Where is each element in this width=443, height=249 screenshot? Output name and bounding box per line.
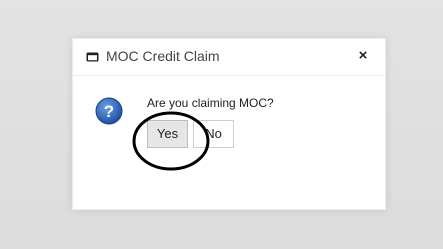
dialog-message: Are you claiming MOC? (147, 96, 274, 110)
svg-text:?: ? (104, 102, 114, 121)
yes-button[interactable]: Yes (147, 120, 188, 148)
dialog-titlebar: MOC Credit Claim × (73, 39, 385, 76)
moc-credit-claim-dialog: MOC Credit Claim × ? Are you claiming MO… (72, 38, 386, 210)
question-icon: ? (95, 97, 123, 125)
dialog-title: MOC Credit Claim (106, 48, 220, 64)
window-icon (86, 52, 99, 62)
no-button[interactable]: No (193, 120, 234, 148)
close-button[interactable]: × (355, 47, 371, 65)
